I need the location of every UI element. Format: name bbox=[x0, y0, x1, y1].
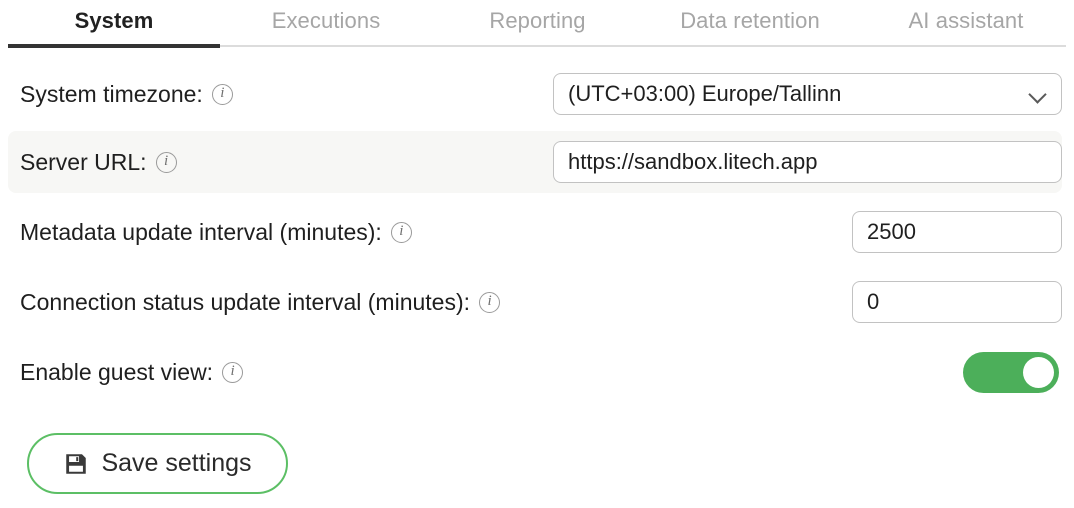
setting-row-guest-view: Enable guest view: i bbox=[8, 341, 1062, 403]
tab-ai-assistant[interactable]: AI assistant bbox=[876, 8, 1056, 34]
server-url-control bbox=[553, 141, 1062, 183]
label-metadata-interval-text: Metadata update interval (minutes): bbox=[20, 218, 382, 245]
tab-system[interactable]: System bbox=[8, 8, 220, 34]
setting-row-system-timezone: System timezone: i (UTC+03:00) Europe/Ta… bbox=[8, 63, 1062, 125]
metadata-interval-control bbox=[852, 211, 1062, 253]
tab-reporting[interactable]: Reporting bbox=[455, 8, 620, 34]
connection-interval-control bbox=[852, 281, 1062, 323]
server-url-input[interactable] bbox=[553, 141, 1062, 183]
metadata-interval-input[interactable] bbox=[852, 211, 1062, 253]
info-icon[interactable]: i bbox=[211, 83, 233, 105]
connection-interval-input[interactable] bbox=[852, 281, 1062, 323]
label-guest-view-text: Enable guest view: bbox=[20, 358, 214, 385]
info-icon[interactable]: i bbox=[479, 291, 501, 313]
save-settings-button[interactable]: Save settings bbox=[27, 433, 288, 494]
label-metadata-interval: Metadata update interval (minutes): i bbox=[8, 219, 412, 246]
settings-page: System Executions Reporting Data retenti… bbox=[0, 0, 1074, 508]
system-timezone-select[interactable]: (UTC+03:00) Europe/Tallinn bbox=[553, 73, 1062, 115]
guest-view-toggle-knob bbox=[1023, 357, 1054, 388]
tab-executions[interactable]: Executions bbox=[237, 8, 415, 34]
tab-active-indicator bbox=[8, 44, 220, 48]
label-system-timezone: System timezone: i bbox=[8, 81, 233, 108]
setting-row-server-url: Server URL: i bbox=[8, 131, 1062, 193]
floppy-disk-icon bbox=[66, 453, 87, 474]
label-server-url-text: Server URL: bbox=[20, 148, 147, 175]
info-icon[interactable]: i bbox=[222, 361, 244, 383]
label-connection-interval: Connection status update interval (minut… bbox=[8, 288, 501, 316]
label-server-url: Server URL: i bbox=[8, 149, 177, 176]
label-connection-interval-text: Connection status update interval (minut… bbox=[20, 288, 471, 315]
setting-row-connection-interval: Connection status update interval (minut… bbox=[8, 271, 1062, 333]
info-icon[interactable]: i bbox=[390, 221, 412, 243]
system-timezone-value: (UTC+03:00) Europe/Tallinn bbox=[568, 81, 842, 106]
setting-row-metadata-interval: Metadata update interval (minutes): i bbox=[8, 201, 1062, 263]
tab-data-retention[interactable]: Data retention bbox=[651, 8, 849, 34]
info-icon[interactable]: i bbox=[155, 151, 177, 173]
save-settings-label: Save settings bbox=[101, 449, 252, 477]
chevron-down-icon bbox=[1029, 85, 1047, 103]
label-system-timezone-text: System timezone: bbox=[20, 80, 203, 107]
label-guest-view: Enable guest view: i bbox=[8, 358, 244, 386]
guest-view-toggle[interactable] bbox=[963, 352, 1059, 393]
settings-tab-bar: System Executions Reporting Data retenti… bbox=[0, 0, 1074, 48]
system-timezone-control: (UTC+03:00) Europe/Tallinn bbox=[553, 73, 1062, 115]
